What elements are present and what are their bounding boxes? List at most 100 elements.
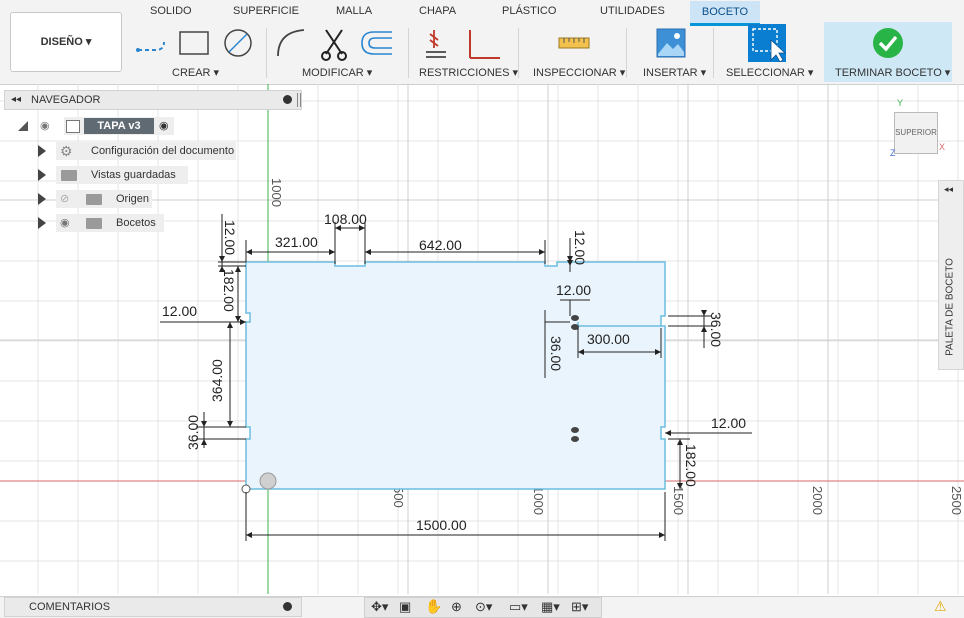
- insert-image-icon[interactable]: [656, 28, 686, 58]
- constraints-menu[interactable]: RESTRICCIONES ▾: [419, 66, 518, 79]
- folder-icon: [86, 218, 102, 229]
- separator: [713, 28, 714, 78]
- tab-superficie[interactable]: SUPERFICIE: [233, 5, 299, 17]
- warning-icon[interactable]: ⚠: [934, 598, 947, 615]
- rectangle-icon: [179, 31, 209, 55]
- line-icon: [136, 41, 165, 52]
- separator: [266, 28, 267, 78]
- expand-arrow-icon[interactable]: [38, 169, 46, 181]
- collapse-icon[interactable]: ◂◂: [11, 91, 21, 109]
- inspect-menu[interactable]: INSPECCIONAR ▾: [533, 66, 625, 79]
- tab-plastico[interactable]: PLÁSTICO: [502, 5, 556, 17]
- axis-label-x2000: 2000: [810, 486, 825, 515]
- expand-palette-icon[interactable]: ◂◂: [944, 184, 953, 195]
- dimension-text[interactable]: 12.00: [556, 282, 591, 298]
- create-menu[interactable]: CREAR ▾: [172, 66, 219, 79]
- checkmark-icon[interactable]: [872, 27, 904, 59]
- view-axis-z-label: Z: [890, 148, 896, 158]
- tree-item-saved-views[interactable]: Vistas guardadas: [38, 165, 288, 185]
- expand-arrow-icon[interactable]: [38, 193, 46, 205]
- activate-radio-icon[interactable]: ◉: [159, 116, 169, 136]
- dimension-text[interactable]: 36.00: [548, 336, 564, 371]
- zoom-icon[interactable]: ⊕: [451, 599, 462, 615]
- tree-item-label: Configuración del documento: [91, 145, 235, 157]
- dimension-text[interactable]: 36.00: [708, 312, 724, 347]
- separator: [518, 28, 519, 78]
- gear-icon: ⚙: [60, 143, 73, 159]
- view-cube[interactable]: SUPERIOR: [894, 112, 938, 154]
- panel-grip-icon[interactable]: [297, 93, 301, 107]
- navigator-header[interactable]: ◂◂ NAVEGADOR: [4, 90, 302, 110]
- tab-utilidades[interactable]: UTILIDADES: [600, 5, 665, 17]
- tree-item-document-settings[interactable]: ⚙ Configuración del documento: [38, 141, 288, 161]
- dimension-text[interactable]: 12.00: [162, 303, 197, 319]
- look-at-icon[interactable]: ▣: [399, 599, 411, 615]
- axis-label-x2500: 2500: [949, 486, 964, 515]
- design-workspace-button[interactable]: DISEÑO ▾: [10, 12, 122, 72]
- component-icon: [66, 120, 80, 133]
- select-icon[interactable]: [748, 24, 786, 62]
- dimension-text[interactable]: 1500.00: [416, 517, 467, 533]
- dimension-text[interactable]: 364.00: [209, 359, 225, 402]
- tree-item-label: Vistas guardadas: [91, 169, 176, 181]
- ribbon-toolbar: SOLIDO SUPERFICIE MALLA CHAPA PLÁSTICO U…: [0, 0, 964, 85]
- dimension-text[interactable]: 108.00: [324, 211, 367, 227]
- select-menu[interactable]: SELECCIONAR ▾: [726, 66, 813, 79]
- display-settings-icon[interactable]: ▭▾: [509, 599, 528, 615]
- expand-arrow-icon[interactable]: [18, 121, 28, 131]
- sketch-profile[interactable]: [245, 261, 666, 490]
- pan-icon[interactable]: ✋: [425, 598, 442, 615]
- finish-sketch-button[interactable]: TERMINAR BOCETO ▾: [835, 66, 950, 79]
- tab-boceto[interactable]: BOCETO: [690, 1, 760, 26]
- dimension-text[interactable]: 12.00: [572, 230, 588, 265]
- trim-icon: [321, 29, 347, 61]
- comments-panel[interactable]: COMENTARIOS: [4, 597, 302, 617]
- perpendicular-constraint-icon: [469, 30, 500, 59]
- modify-menu[interactable]: MODIFICAR ▾: [302, 66, 372, 79]
- tree-item-label: Origen: [116, 193, 150, 205]
- insert-menu[interactable]: INSERTAR ▾: [643, 66, 706, 79]
- eye-icon[interactable]: ◉: [60, 213, 70, 233]
- tree-item-label: Bocetos: [116, 217, 156, 229]
- grid-settings-icon[interactable]: ▦▾: [541, 599, 560, 615]
- coincident-constraint-icon: [426, 30, 446, 58]
- origin-point[interactable]: [259, 472, 277, 490]
- modify-tools-icons[interactable]: [274, 26, 400, 62]
- axis-label-x1000: 1000: [531, 486, 546, 515]
- dimension-text[interactable]: 12.00: [711, 415, 746, 431]
- tree-root-tapa[interactable]: ◉ TAPA v3 ◉: [18, 116, 288, 136]
- dimension-text[interactable]: 642.00: [419, 237, 462, 253]
- dimension-text[interactable]: 182.00: [221, 269, 237, 312]
- folder-icon: [86, 194, 102, 205]
- measure-icon[interactable]: [558, 34, 590, 52]
- viewports-icon[interactable]: ⊞▾: [571, 599, 588, 615]
- tree-item-origin[interactable]: ⊘ Origen: [38, 189, 288, 209]
- add-comment-icon[interactable]: [283, 602, 292, 611]
- folder-icon: [61, 170, 77, 181]
- tree-item-sketches[interactable]: ◉ Bocetos: [38, 213, 288, 233]
- dimension-text[interactable]: 182.00: [683, 444, 699, 487]
- eye-icon[interactable]: ◉: [40, 116, 50, 136]
- dimension-text[interactable]: 300.00: [587, 331, 630, 347]
- component-name[interactable]: TAPA v3: [84, 118, 154, 134]
- sketch-palette-label[interactable]: PALETA DE BOCETO: [945, 258, 956, 356]
- minimize-icon[interactable]: [283, 95, 292, 104]
- tab-solido[interactable]: SOLIDO: [150, 5, 192, 17]
- tab-malla[interactable]: MALLA: [336, 5, 372, 17]
- fillet-icon: [277, 29, 305, 57]
- eye-hidden-icon[interactable]: ⊘: [60, 189, 69, 209]
- constraints-icons[interactable]: [424, 28, 504, 62]
- orbit-icon[interactable]: ✥▾: [371, 599, 388, 615]
- corner-point[interactable]: [241, 484, 251, 494]
- axis-label-x1500: 1500: [671, 486, 686, 515]
- separator: [408, 28, 409, 78]
- dimension-text[interactable]: 321.00: [275, 234, 318, 250]
- dimension-text[interactable]: 36.00: [185, 415, 201, 450]
- expand-arrow-icon[interactable]: [38, 217, 46, 229]
- create-tools-icons[interactable]: [134, 28, 258, 62]
- expand-arrow-icon[interactable]: [38, 145, 46, 157]
- navigator-title: NAVEGADOR: [31, 94, 101, 106]
- view-axis-x-label: X: [939, 142, 946, 152]
- fit-icon[interactable]: ⊙▾: [475, 599, 492, 615]
- tab-chapa[interactable]: CHAPA: [419, 5, 456, 17]
